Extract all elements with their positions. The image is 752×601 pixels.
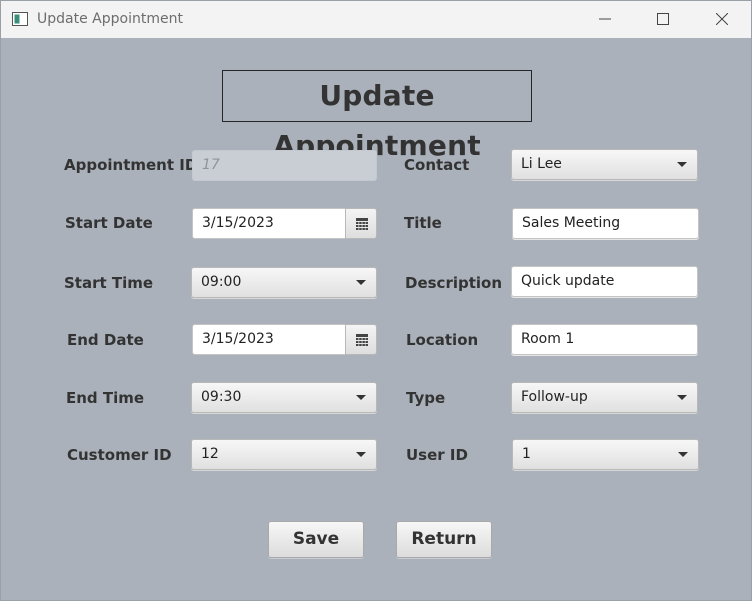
customer-id-value: 12 bbox=[201, 446, 219, 462]
location-label: Location bbox=[406, 331, 479, 349]
start-date-picker[interactable]: 3/15/2023 bbox=[192, 208, 377, 239]
user-id-combo[interactable]: 1 bbox=[512, 439, 699, 470]
app-icon bbox=[12, 12, 28, 26]
description-field[interactable]: Quick update bbox=[511, 266, 698, 297]
title-bar[interactable]: Update Appointment bbox=[1, 1, 751, 38]
appointment-id-field: 17 bbox=[192, 150, 377, 181]
form-content: Update Appointment Appointment ID 17 Sta… bbox=[1, 38, 751, 601]
start-date-field[interactable]: 3/15/2023 bbox=[192, 208, 346, 239]
end-time-label: End Time bbox=[66, 389, 145, 407]
start-date-label: Start Date bbox=[65, 214, 153, 232]
description-label: Description bbox=[405, 274, 503, 292]
minimize-icon bbox=[599, 18, 611, 20]
start-time-label: Start Time bbox=[64, 274, 154, 292]
start-time-value: 09:00 bbox=[201, 274, 242, 290]
end-time-combo[interactable]: 09:30 bbox=[191, 382, 377, 413]
maximize-button[interactable] bbox=[634, 1, 692, 38]
customer-id-combo[interactable]: 12 bbox=[191, 439, 377, 470]
end-date-label: End Date bbox=[67, 331, 144, 349]
start-time-combo[interactable]: 09:00 bbox=[191, 267, 377, 298]
maximize-icon bbox=[657, 13, 669, 25]
type-value: Follow-up bbox=[521, 389, 588, 405]
user-id-value: 1 bbox=[522, 446, 531, 462]
contact-label: Contact bbox=[404, 156, 470, 174]
app-window: Update Appointment Update Appointment Ap… bbox=[0, 0, 752, 601]
chevron-down-icon bbox=[356, 395, 366, 400]
chevron-down-icon bbox=[678, 452, 688, 457]
calendar-icon bbox=[356, 218, 368, 230]
minimize-button[interactable] bbox=[576, 1, 634, 38]
save-button[interactable]: Save bbox=[268, 521, 364, 558]
location-field[interactable]: Room 1 bbox=[511, 324, 698, 355]
type-combo[interactable]: Follow-up bbox=[511, 382, 698, 413]
end-date-picker[interactable]: 3/15/2023 bbox=[192, 324, 377, 355]
chevron-down-icon bbox=[356, 280, 366, 285]
chevron-down-icon bbox=[677, 162, 687, 167]
chevron-down-icon bbox=[677, 395, 687, 400]
end-date-field[interactable]: 3/15/2023 bbox=[192, 324, 346, 355]
close-button[interactable] bbox=[693, 1, 751, 38]
return-button[interactable]: Return bbox=[396, 521, 492, 558]
close-icon bbox=[716, 13, 728, 25]
user-id-label: User ID bbox=[406, 446, 468, 464]
title-field[interactable]: Sales Meeting bbox=[512, 208, 699, 239]
window-title: Update Appointment bbox=[37, 11, 183, 27]
title-label: Title bbox=[404, 214, 442, 232]
customer-id-label: Customer ID bbox=[67, 446, 172, 464]
appointment-id-label: Appointment ID bbox=[64, 156, 198, 174]
type-label: Type bbox=[406, 389, 446, 407]
contact-combo[interactable]: Li Lee bbox=[511, 149, 698, 180]
start-date-calendar-button[interactable] bbox=[345, 208, 377, 239]
page-title: Update Appointment bbox=[222, 70, 532, 162]
end-date-calendar-button[interactable] bbox=[345, 324, 377, 355]
end-time-value: 09:30 bbox=[201, 389, 242, 405]
contact-value: Li Lee bbox=[521, 156, 562, 172]
chevron-down-icon bbox=[356, 452, 366, 457]
calendar-icon bbox=[356, 334, 368, 346]
